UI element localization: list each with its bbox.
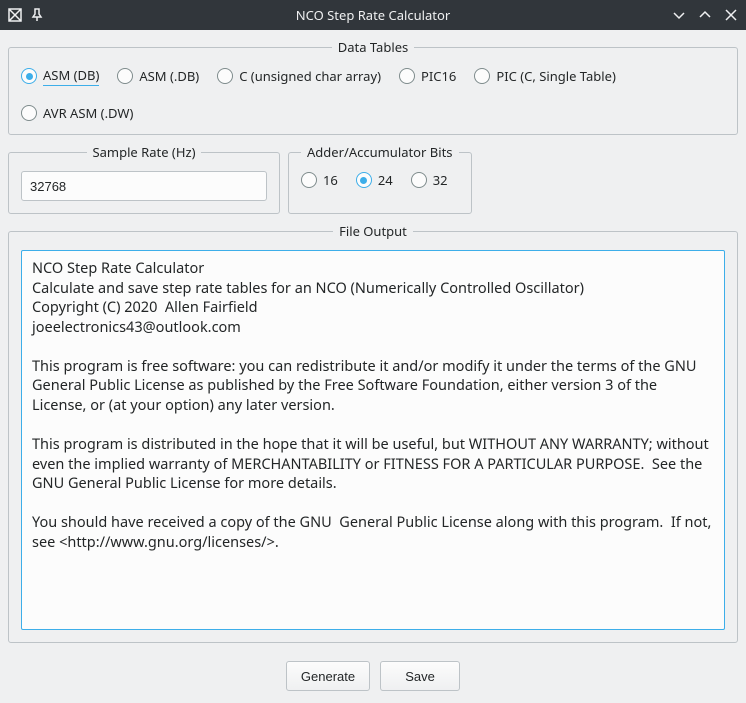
- bits-option-0[interactable]: 16: [301, 171, 338, 189]
- content-area: Data Tables ASM (DB) ASM (.DB) C (unsigned…: [0, 30, 746, 703]
- data-tables-option-4[interactable]: PIC (C, Single Table): [474, 67, 616, 85]
- radio-label: C (unsigned char array): [239, 67, 381, 85]
- button-row: Generate Save: [8, 651, 738, 695]
- pin-icon[interactable]: [30, 8, 44, 22]
- bits-legend: Adder/Accumulator Bits: [301, 143, 459, 161]
- radio-label: ASM (DB): [43, 66, 99, 86]
- radio-icon: [217, 68, 233, 84]
- radio-icon: [21, 105, 37, 121]
- titlebar: NCO Step Rate Calculator: [0, 0, 746, 30]
- radio-icon: [117, 68, 133, 84]
- data-tables-option-0[interactable]: ASM (DB): [21, 66, 99, 86]
- radio-label: PIC (C, Single Table): [496, 67, 616, 85]
- radio-icon: [21, 68, 37, 84]
- app-icon: [8, 8, 22, 22]
- radio-label: 24: [378, 171, 393, 189]
- file-output-legend: File Output: [333, 222, 413, 240]
- data-tables-group: Data Tables ASM (DB) ASM (.DB) C (unsigned…: [8, 38, 738, 135]
- radio-label: ASM (.DB): [139, 67, 199, 85]
- data-tables-legend: Data Tables: [332, 38, 415, 56]
- bits-option-2[interactable]: 32: [411, 171, 448, 189]
- minimize-icon[interactable]: [672, 8, 686, 22]
- sample-rate-legend: Sample Rate (Hz): [87, 143, 202, 161]
- radio-icon: [301, 172, 317, 188]
- data-tables-option-3[interactable]: PIC16: [399, 67, 456, 85]
- bits-group: Adder/Accumulator Bits 16 24 32: [288, 143, 472, 214]
- radio-icon: [411, 172, 427, 188]
- sample-rate-group: Sample Rate (Hz): [8, 143, 280, 214]
- radio-icon: [399, 68, 415, 84]
- file-output-group: File Output NCO Step Rate Calculator Cal…: [8, 222, 738, 643]
- save-button[interactable]: Save: [380, 661, 460, 691]
- close-icon[interactable]: [724, 8, 738, 22]
- radio-icon: [356, 172, 372, 188]
- bits-option-1[interactable]: 24: [356, 171, 393, 189]
- bits-radio-row: 16 24 32: [301, 171, 459, 189]
- data-tables-option-5[interactable]: AVR ASM (.DW): [21, 104, 133, 122]
- maximize-icon[interactable]: [698, 8, 712, 22]
- data-tables-option-1[interactable]: ASM (.DB): [117, 67, 199, 85]
- generate-button[interactable]: Generate: [286, 661, 370, 691]
- radio-label: 16: [323, 171, 338, 189]
- radio-icon: [474, 68, 490, 84]
- radio-label: 32: [433, 171, 448, 189]
- data-tables-radio-row: ASM (DB) ASM (.DB) C (unsigned char array)…: [21, 66, 725, 122]
- radio-label: PIC16: [421, 67, 456, 85]
- window-title: NCO Step Rate Calculator: [0, 6, 746, 24]
- file-output-text[interactable]: NCO Step Rate Calculator Calculate and s…: [21, 250, 725, 630]
- sample-rate-input[interactable]: [21, 171, 267, 201]
- radio-label: AVR ASM (.DW): [43, 104, 133, 122]
- data-tables-option-2[interactable]: C (unsigned char array): [217, 67, 381, 85]
